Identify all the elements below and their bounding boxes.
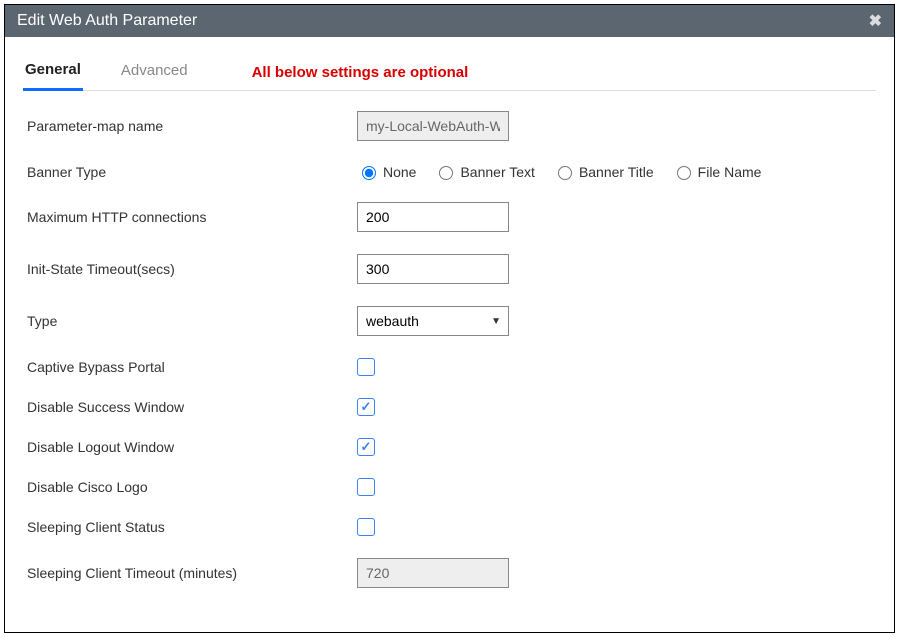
dialog-body: General Advanced All below settings are … — [5, 37, 894, 632]
radio-banner-file[interactable]: File Name — [672, 163, 762, 180]
label-captive-bypass: Captive Bypass Portal — [27, 359, 357, 375]
close-icon[interactable]: ✖ — [869, 11, 882, 31]
row-disable-logo: Disable Cisco Logo — [27, 478, 876, 496]
row-type: Type ▼ — [27, 306, 876, 336]
radio-input-banner-none[interactable] — [362, 166, 376, 180]
row-banner-type: Banner Type None Banner Text Banner Titl… — [27, 163, 876, 180]
row-init-timeout: Init-State Timeout(secs) — [27, 254, 876, 284]
settings-optional-notice: All below settings are optional — [252, 64, 469, 81]
radio-banner-none[interactable]: None — [357, 163, 416, 180]
select-wrap-type: ▼ — [357, 306, 509, 336]
row-parameter-map-name: Parameter-map name — [27, 111, 876, 141]
form-general: Parameter-map name Banner Type None Bann… — [23, 111, 876, 588]
dialog-titlebar: Edit Web Auth Parameter ✖ — [5, 5, 894, 37]
label-max-http: Maximum HTTP connections — [27, 209, 357, 225]
radio-input-banner-text[interactable] — [439, 166, 453, 180]
row-sleeping-timeout: Sleeping Client Timeout (minutes) — [27, 558, 876, 588]
label-sleeping-timeout: Sleeping Client Timeout (minutes) — [27, 565, 357, 581]
dialog-edit-web-auth-parameter: Edit Web Auth Parameter ✖ General Advanc… — [4, 4, 895, 633]
label-sleeping-status: Sleeping Client Status — [27, 519, 357, 535]
input-max-http[interactable] — [357, 202, 509, 232]
select-type[interactable] — [357, 306, 509, 336]
checkbox-disable-logout[interactable] — [357, 438, 375, 456]
label-init-timeout: Init-State Timeout(secs) — [27, 261, 357, 277]
radio-label-banner-title: Banner Title — [579, 164, 654, 180]
label-parameter-map-name: Parameter-map name — [27, 118, 357, 134]
checkbox-disable-success[interactable] — [357, 398, 375, 416]
row-captive-bypass: Captive Bypass Portal — [27, 358, 876, 376]
row-disable-success: Disable Success Window — [27, 398, 876, 416]
label-banner-type: Banner Type — [27, 164, 357, 180]
dialog-title: Edit Web Auth Parameter — [17, 12, 197, 30]
radio-label-banner-none: None — [383, 164, 416, 180]
radio-group-banner-type: None Banner Text Banner Title File Name — [357, 163, 761, 180]
radio-banner-text[interactable]: Banner Text — [434, 163, 534, 180]
checkbox-disable-logo[interactable] — [357, 478, 375, 496]
row-disable-logout: Disable Logout Window — [27, 438, 876, 456]
input-sleeping-timeout — [357, 558, 509, 588]
label-disable-logout: Disable Logout Window — [27, 439, 357, 455]
input-init-timeout[interactable] — [357, 254, 509, 284]
label-type: Type — [27, 313, 357, 329]
label-disable-logo: Disable Cisco Logo — [27, 479, 357, 495]
checkbox-captive-bypass[interactable] — [357, 358, 375, 376]
tab-strip: General Advanced All below settings are … — [23, 47, 876, 91]
checkbox-sleeping-status[interactable] — [357, 518, 375, 536]
input-parameter-map-name — [357, 111, 509, 141]
tab-general[interactable]: General — [23, 55, 83, 91]
radio-input-banner-title[interactable] — [558, 166, 572, 180]
label-disable-success: Disable Success Window — [27, 399, 357, 415]
radio-label-banner-file: File Name — [698, 164, 762, 180]
row-sleeping-status: Sleeping Client Status — [27, 518, 876, 536]
radio-banner-title[interactable]: Banner Title — [553, 163, 654, 180]
radio-input-banner-file[interactable] — [677, 166, 691, 180]
radio-label-banner-text: Banner Text — [460, 164, 534, 180]
tab-advanced[interactable]: Advanced — [119, 56, 190, 89]
row-max-http: Maximum HTTP connections — [27, 202, 876, 232]
